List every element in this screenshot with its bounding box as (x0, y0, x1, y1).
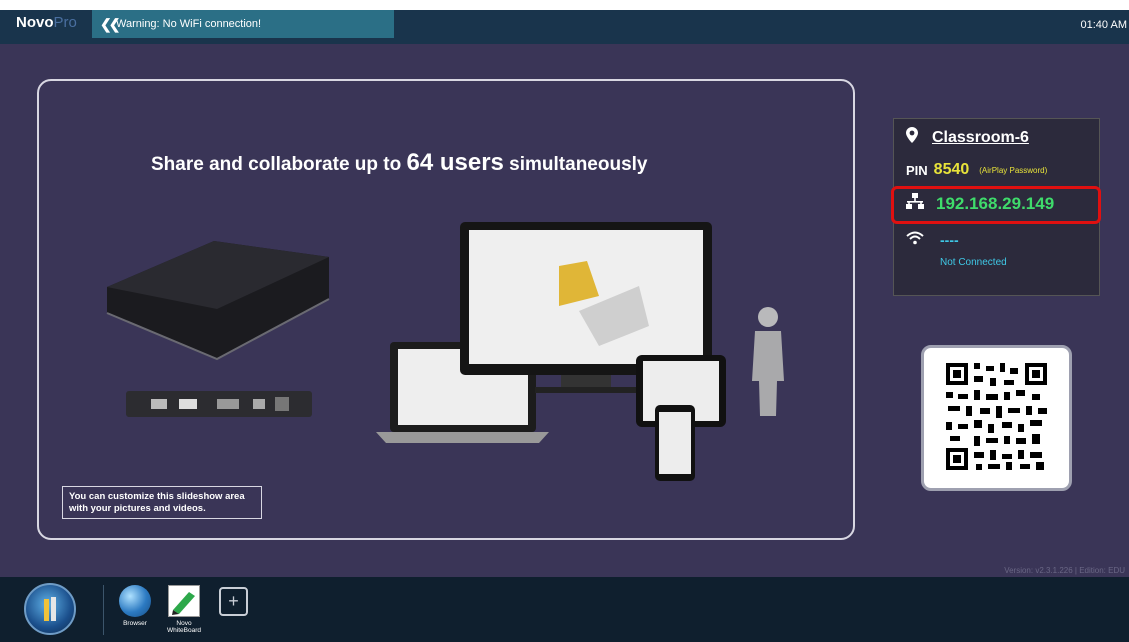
pin-row: PIN 8540 (AirPlay Password) (906, 161, 1047, 179)
whiteboard-label-line1: Novo (176, 620, 192, 627)
whiteboard-icon (168, 585, 200, 617)
top-bar: NovoPro ❮❮ Warning: No WiFi connection! … (0, 0, 1129, 44)
pin-hint: (AirPlay Password) (979, 165, 1048, 175)
slide-illustration (106, 222, 784, 481)
start-button[interactable] (24, 583, 76, 635)
qr-code-image (946, 363, 1047, 470)
browser-icon (119, 585, 151, 617)
network-icon (906, 193, 924, 214)
whiteboard-label-line2: WhiteBoard (167, 627, 201, 634)
wifi-row: ---- (906, 231, 959, 248)
start-icon (44, 597, 56, 621)
browser-app[interactable]: Browser (110, 585, 160, 627)
chevron-double-left-icon: ❮❮ (100, 16, 121, 32)
wifi-name: ---- (940, 231, 959, 248)
wifi-warning-banner[interactable]: ❮❮ Warning: No WiFi connection! (92, 10, 394, 38)
room-row: Classroom-6 (906, 127, 1029, 148)
room-name: Classroom-6 (932, 128, 1029, 146)
warning-text: Warning: No WiFi connection! (116, 18, 262, 30)
app-logo: NovoPro (16, 14, 77, 31)
connection-info-panel: Classroom-6 PIN 8540 (AirPlay Password) … (891, 118, 1101, 296)
location-pin-icon (906, 127, 918, 148)
version-label: Version: v2.3.1.226 | Edition: EDU (1004, 566, 1125, 575)
phone-image (655, 405, 695, 481)
clock: 01:40 AM (1080, 19, 1127, 31)
add-app-button[interactable]: + (219, 587, 248, 616)
novo-device-image (106, 241, 330, 417)
add-icon: + (228, 591, 239, 611)
taskbar: Browser Novo WhiteBoard + (0, 577, 1129, 642)
ip-row: 192.168.29.149 (906, 193, 1054, 214)
pin-value: 8540 (933, 161, 970, 178)
ip-address: 192.168.29.149 (936, 193, 1055, 213)
wifi-icon (906, 231, 924, 248)
wifi-status: Not Connected (940, 257, 1007, 268)
slideshow-area: Share and collaborate up to 64 users sim… (37, 79, 855, 540)
whiteboard-app[interactable]: Novo WhiteBoard (159, 585, 209, 634)
browser-label: Browser (123, 620, 147, 627)
taskbar-divider (103, 585, 104, 635)
qr-code (921, 345, 1072, 491)
top-strip (0, 0, 1129, 10)
pin-label: PIN (906, 162, 928, 178)
customize-caption: You can customize this slideshow area wi… (62, 486, 262, 519)
person-figure-image (752, 307, 784, 416)
